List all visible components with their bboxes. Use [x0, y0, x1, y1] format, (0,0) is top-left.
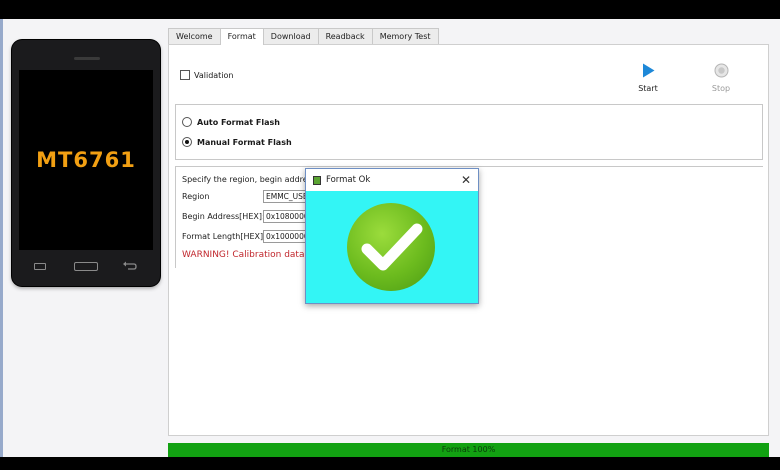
begin-address-input[interactable]: 0x1080000 — [263, 210, 309, 223]
validation-checkbox[interactable] — [180, 70, 190, 80]
start-label: Start — [638, 84, 658, 93]
manual-format-label: Manual Format Flash — [197, 137, 292, 147]
stop-icon — [706, 63, 736, 78]
auto-format-label: Auto Format Flash — [197, 117, 280, 127]
home-button-icon — [74, 260, 98, 274]
play-icon — [633, 63, 663, 78]
tab-download[interactable]: Download — [262, 28, 319, 44]
left-edge-strip — [0, 19, 3, 457]
format-length-input[interactable]: 0x1000000 — [263, 230, 309, 243]
stop-button[interactable]: Stop — [706, 63, 736, 93]
validation-option[interactable]: Validation — [180, 70, 234, 80]
auto-format-radio[interactable] — [182, 117, 192, 127]
dialog-titlebar: Format Ok — [306, 169, 478, 191]
manual-format-option[interactable]: Manual Format Flash — [182, 137, 292, 147]
dialog-title: Format Ok — [326, 175, 371, 185]
begin-address-label: Begin Address[HEX]: — [182, 212, 265, 221]
bottom-letterbox — [0, 457, 780, 470]
success-checkmark-icon — [347, 203, 435, 291]
progress-text: Format 100% — [441, 445, 496, 454]
top-letterbox — [0, 0, 780, 19]
tab-format[interactable]: Format — [219, 28, 264, 45]
validation-label: Validation — [194, 70, 234, 80]
phone-screen: MT6761 — [19, 70, 153, 250]
tab-bar: Welcome Format Download Readback Memory … — [168, 28, 439, 45]
format-ok-dialog: Format Ok ✕ — [305, 168, 479, 304]
phone-image: MT6761 — [12, 40, 160, 286]
calibration-warning: WARNING! Calibration data i — [182, 250, 310, 260]
phone-speaker — [74, 57, 100, 60]
app-icon — [313, 175, 321, 185]
tab-memory-test[interactable]: Memory Test — [371, 28, 439, 44]
close-icon[interactable]: ✕ — [461, 173, 471, 187]
tab-welcome[interactable]: Welcome — [168, 28, 221, 44]
start-button[interactable]: Start — [633, 63, 663, 93]
auto-format-option[interactable]: Auto Format Flash — [182, 117, 280, 127]
region-label: Region — [182, 192, 210, 201]
chip-model-label: MT6761 — [36, 148, 136, 172]
back-button-icon — [122, 260, 138, 274]
progress-bar: Format 100% — [168, 443, 769, 457]
region-select[interactable]: EMMC_USE — [263, 190, 309, 203]
region-description: Specify the region, begin address — [182, 175, 317, 184]
dialog-body — [306, 191, 478, 303]
menu-button-icon — [34, 260, 48, 274]
format-length-label: Format Length[HEX]: — [182, 232, 266, 241]
stop-label: Stop — [711, 84, 731, 93]
manual-format-radio[interactable] — [182, 137, 192, 147]
format-mode-group — [175, 104, 763, 160]
tab-readback[interactable]: Readback — [317, 28, 373, 44]
